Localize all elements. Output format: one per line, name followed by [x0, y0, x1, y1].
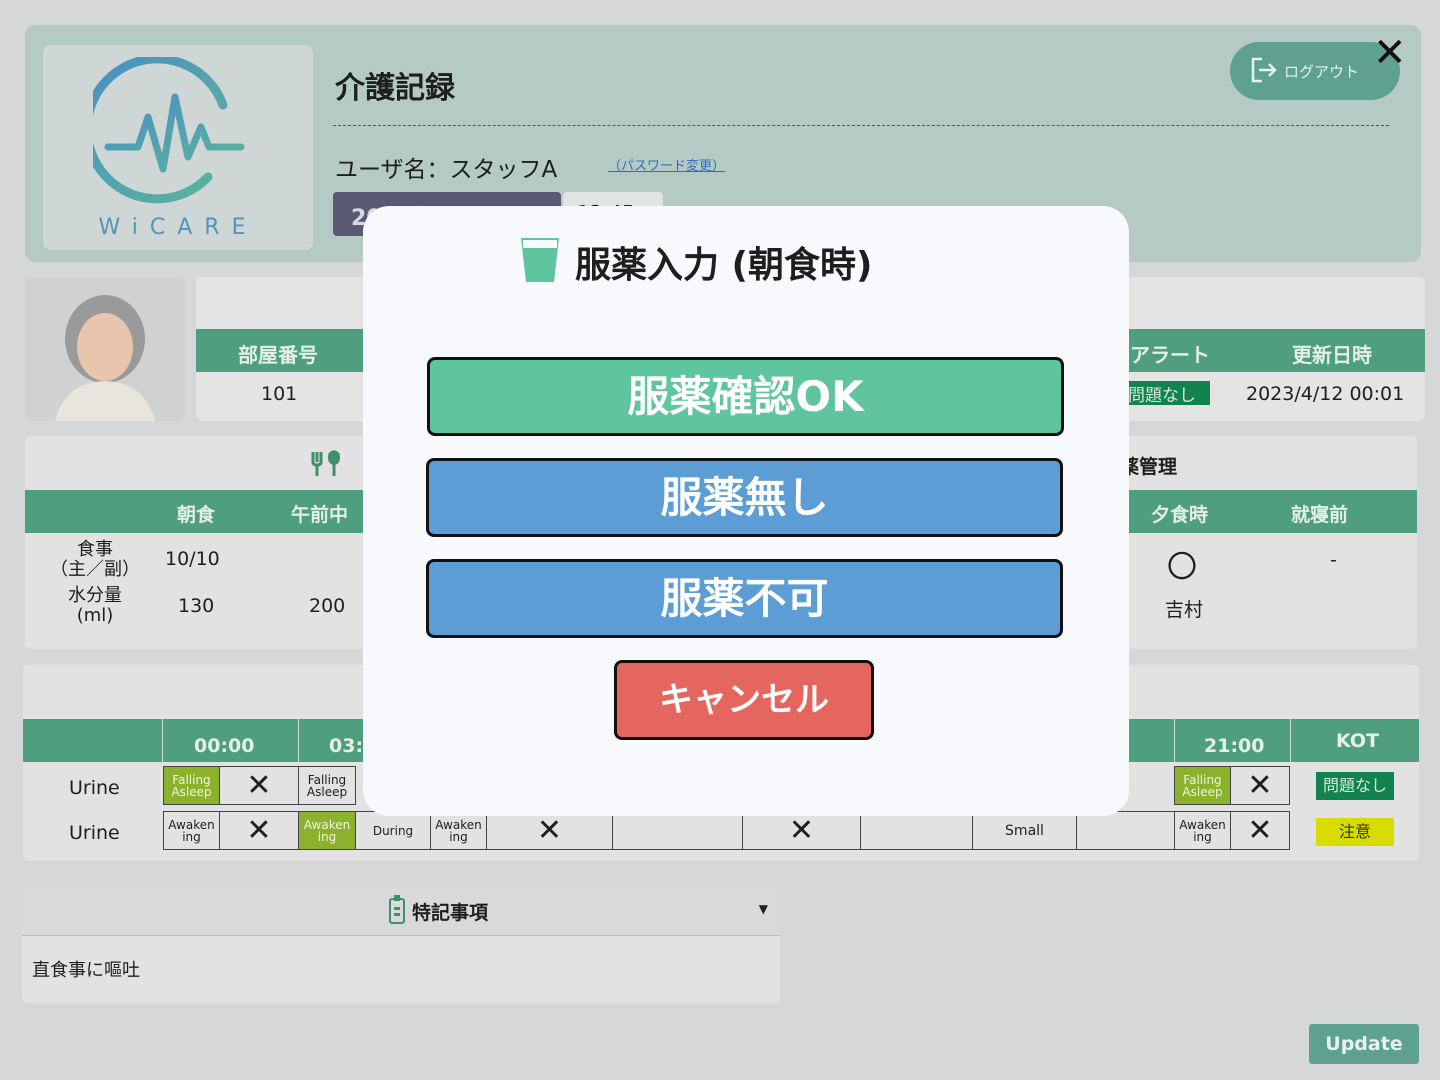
notes-panel: 特記事項 ▼ 直食事に嘔吐 [22, 882, 780, 1003]
bedtime-medication[interactable]: - [1330, 549, 1337, 571]
header-breakfast: 朝食 [177, 504, 216, 526]
kot-badge-ok: 問題なし [1316, 772, 1394, 800]
medication-not-possible-button[interactable]: 服薬不可 [426, 559, 1063, 638]
logout-icon [1251, 57, 1277, 83]
cell-awakening[interactable]: Awaken ing [163, 811, 220, 850]
x-icon: ✕ [1247, 812, 1273, 848]
room-number: 101 [261, 383, 298, 405]
cell-none[interactable]: ✕ [219, 811, 299, 850]
x-icon: ✕ [1247, 767, 1273, 803]
logout-label: ログアウト [1284, 63, 1360, 81]
wicare-logo-icon [93, 57, 245, 204]
close-icon[interactable]: ✕ [1373, 33, 1407, 73]
row-label-urine-1: Urine [69, 777, 120, 799]
utensils-icon [311, 450, 340, 476]
clipboard-icon [389, 895, 405, 924]
dinner-staff: 吉村 [1165, 599, 1204, 621]
header-0000: 00:00 [194, 735, 255, 757]
page-title: 介護記録 [335, 71, 455, 106]
x-icon: ✕ [788, 812, 815, 848]
cell-falling-asleep[interactable]: Falling Asleep [298, 766, 356, 805]
user-name: ユーザ名：スタッフA [335, 157, 558, 183]
cell-falling-asleep[interactable]: Falling Asleep [163, 766, 220, 805]
header-kot: KOT [1336, 730, 1379, 752]
header-bedtime: 就寝前 [1291, 504, 1349, 526]
header-dinner: 夕食時 [1151, 504, 1209, 526]
breakfast-water[interactable]: 130 [178, 595, 214, 617]
updated-datetime: 2023/4/12 00:01 [1246, 383, 1405, 405]
cell-none[interactable]: ✕ [486, 811, 613, 850]
x-icon: ✕ [246, 767, 272, 803]
cell-during[interactable]: During [355, 811, 431, 850]
cell-small[interactable]: Small [972, 811, 1077, 850]
logo: WiCARE [43, 45, 313, 250]
cup-icon [521, 238, 559, 282]
row-label-water: 水分量 (ml) [68, 585, 122, 626]
cell-none[interactable]: ✕ [219, 766, 299, 805]
medication-none-button[interactable]: 服薬無し [426, 458, 1063, 537]
cell-none[interactable]: ✕ [742, 811, 861, 850]
cell-none[interactable]: ✕ [1230, 811, 1290, 850]
cell-empty[interactable] [612, 811, 743, 850]
alert-badge: 問題なし [1120, 381, 1210, 406]
medication-ok-button[interactable]: 服薬確認OK [427, 357, 1064, 436]
resident-photo [25, 277, 185, 421]
header-updated: 更新日時 [1292, 343, 1372, 367]
cell-empty[interactable] [1076, 811, 1175, 850]
dinner-medication-mark[interactable]: 〇 [1167, 542, 1197, 586]
medication-modal: 服薬入力 (朝食時) 服薬確認OK 服薬無し 服薬不可 キャンセル [363, 206, 1129, 816]
header-2100: 21:00 [1204, 735, 1265, 757]
kot-badge-warning: 注意 [1316, 818, 1394, 846]
breakfast-meal[interactable]: 10/10 [165, 548, 220, 570]
cell-awakening[interactable]: Awaken ing [1174, 811, 1231, 850]
update-button[interactable]: Update [1309, 1024, 1419, 1064]
row-label-urine-2: Urine [69, 822, 120, 844]
row-label-meal: 食事 （主／副） [50, 539, 140, 580]
cell-awakening[interactable]: Awaken ing [430, 811, 487, 850]
modal-title: 服薬入力 (朝食時) [575, 245, 873, 286]
cell-none[interactable]: ✕ [1230, 766, 1290, 805]
notes-header[interactable]: 特記事項 ▼ [22, 882, 780, 936]
header-alert: アラート [1130, 343, 1210, 367]
cell-awakening[interactable]: Awaken ing [298, 811, 356, 850]
header-morning: 午前中 [291, 504, 349, 526]
morning-water[interactable]: 200 [309, 595, 345, 617]
divider [333, 125, 1389, 126]
x-icon: ✕ [536, 812, 563, 848]
caret-down-icon[interactable]: ▼ [759, 902, 768, 916]
password-change-link[interactable]: （パスワード変更） [608, 155, 725, 174]
cell-empty[interactable] [860, 811, 973, 850]
x-icon: ✕ [246, 812, 272, 848]
header-room: 部屋番号 [238, 343, 318, 367]
cell-falling-asleep[interactable]: Falling Asleep [1174, 766, 1231, 805]
logo-text: WiCARE [98, 215, 258, 240]
cancel-button[interactable]: キャンセル [614, 660, 874, 740]
notes-title: 特記事項 [412, 902, 489, 924]
notes-body: 直食事に嘔吐 [32, 960, 140, 981]
